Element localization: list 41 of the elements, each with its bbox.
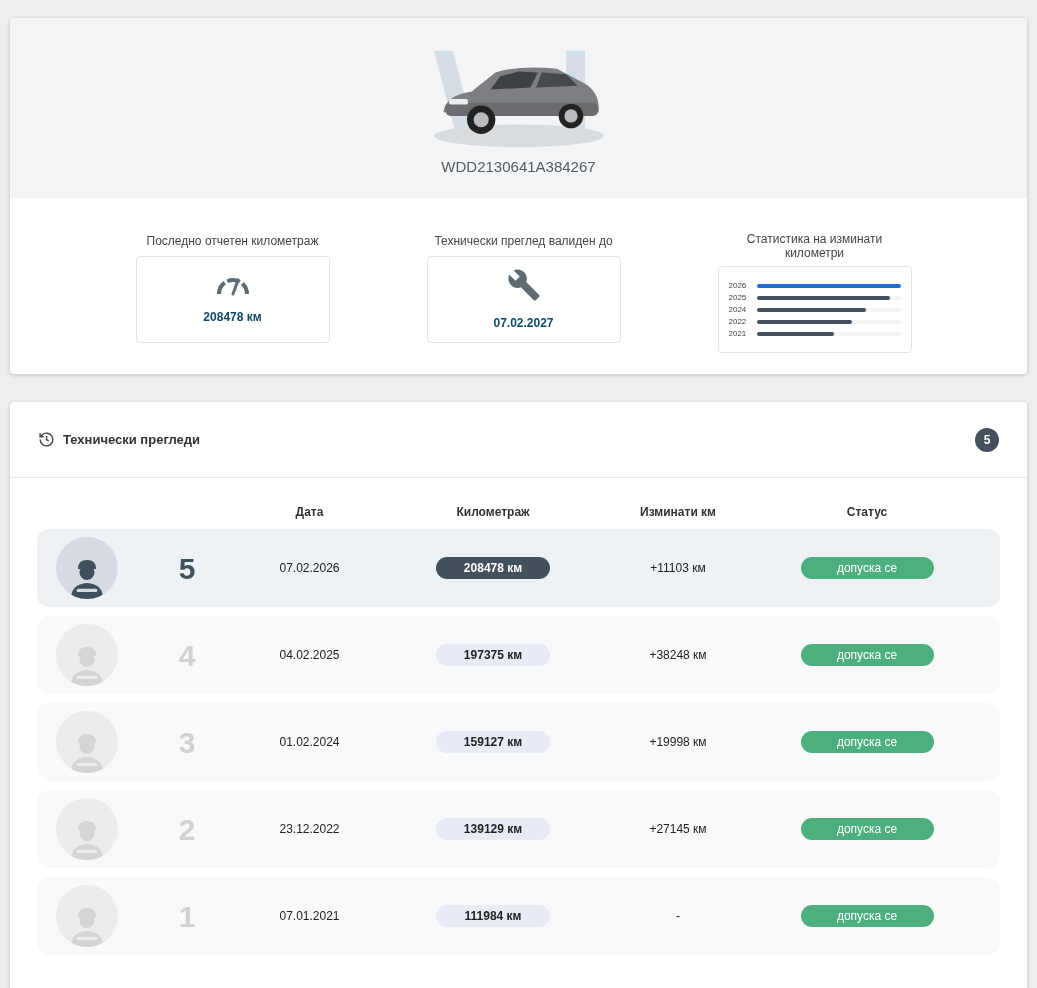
section-title: Технически прегледи [63,430,201,449]
wrench-icon [506,267,541,302]
year-label: 2022 [728,315,748,328]
date-cell-text: 01.02.2024 [279,734,340,751]
driven-cell-text: - [676,908,680,925]
status-pill: допуска се [800,557,934,579]
inspection-row[interactable]: 5 07.02.2026 208478 км +11103 км допуска се [37,529,1000,607]
status-pill: допуска се [800,818,934,840]
column-header: Дата [295,504,324,521]
year-label: 2025 [728,291,748,304]
mileage-pill: 197375 км [436,644,550,666]
status-pill: допуска се [800,731,934,753]
mileage-pill: 139129 км [436,818,550,840]
date-cell-text: 07.01.2021 [279,908,340,925]
date-cell-text: 23.12.2022 [279,821,340,838]
mileage-pill: 159127 км [436,731,550,753]
summary-value: 208478 км [203,308,262,326]
driven-cell-text: +27145 км [649,821,707,838]
mileage-pill: 208478 км [436,557,550,579]
driven-cell-text: +19998 км [649,734,707,751]
date-cell-text: 04.02.2025 [279,647,340,664]
summary-label: Последно отчетен километраж [146,233,319,250]
status-pill: допуска се [800,644,934,666]
column-header: Статус [846,504,888,521]
count-badge: 5 [975,427,999,452]
vin-number: WDD2130641A384267 [441,157,596,177]
driven-cell-text: +11103 км [650,560,706,577]
driven-cell-text: +38248 км [649,647,707,664]
summary-label: Технически преглед валиден до [434,233,613,250]
inspection-number: 5 [178,550,196,587]
year-label: 2021 [728,327,748,340]
stats-label: Статистика на изминати километри [745,232,884,260]
year-label: 2024 [728,303,748,316]
status-pill: допуска се [800,905,934,927]
column-header: Километраж [456,504,530,521]
column-header: Изминати км [640,504,716,521]
year-label: 2026 [728,279,748,292]
mileage-pill: 111984 км [436,905,550,927]
summary-value: 07.02.2027 [493,314,554,332]
date-cell-text: 07.02.2026 [279,560,340,577]
history-icon [38,431,55,448]
